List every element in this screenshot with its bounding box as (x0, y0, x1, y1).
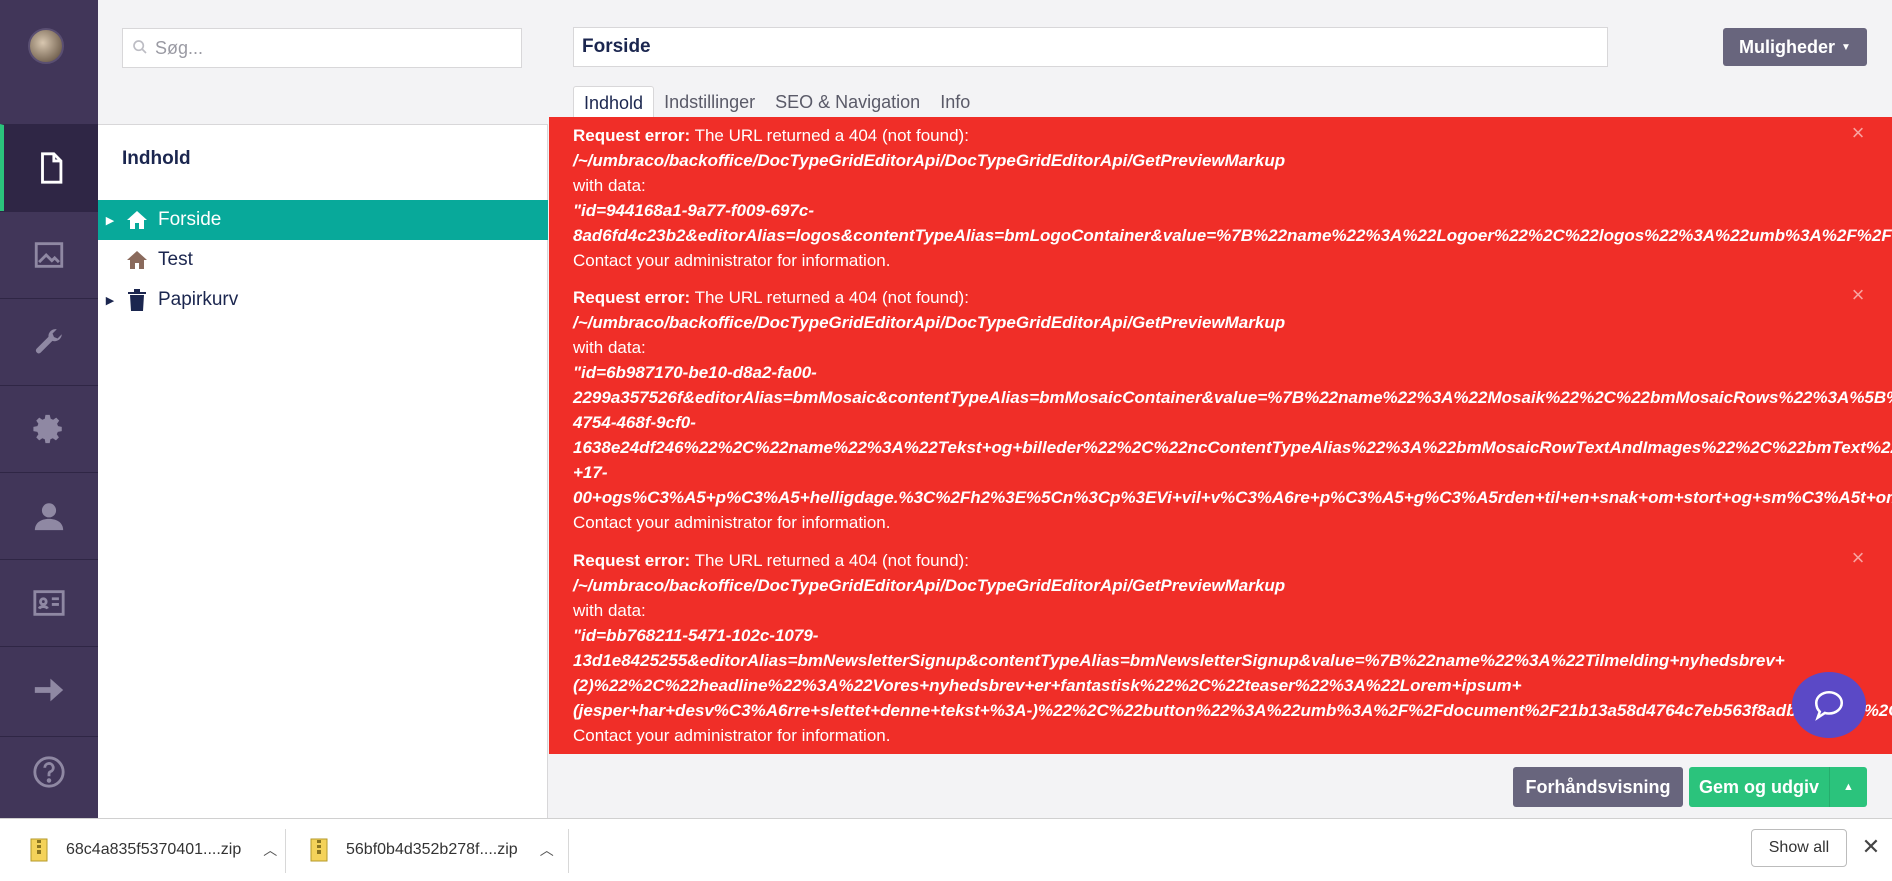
actions-label: Muligheder (1739, 36, 1836, 57)
section-members[interactable] (0, 559, 98, 646)
section-users[interactable] (0, 472, 98, 559)
download-filename: 56bf0b4d352b278f....zip (346, 841, 518, 858)
tree-node-label: Test (158, 249, 193, 270)
close-icon[interactable]: × (1848, 284, 1868, 306)
tree-search-area: Søg... (98, 0, 548, 125)
trash-icon (124, 287, 150, 313)
help-icon (33, 755, 65, 788)
caret-down-icon: ▼ (1841, 41, 1851, 53)
section-content[interactable] (0, 124, 98, 211)
tab-seo-navigation[interactable]: SEO & Navigation (765, 86, 930, 118)
zip-file-icon (30, 838, 48, 862)
app-root: Søg... Indhold ▶ Forside Test ▶ Papirkur… (0, 0, 1892, 881)
publish-label: Gem og udgiv (1698, 776, 1819, 797)
editor-tabs: Indhold Indstillinger SEO & Navigation I… (573, 86, 980, 118)
expand-caret-icon[interactable]: ▶ (100, 294, 120, 307)
error-notifications: Request error: The URL returned a 404 (n… (549, 117, 1892, 754)
help-button[interactable] (0, 736, 98, 806)
caret-up-icon[interactable]: ▲ (1829, 767, 1867, 807)
image-icon (34, 242, 64, 268)
tree-node-test[interactable]: Test (98, 240, 548, 280)
download-item[interactable]: 56bf0b4d352b278f....zip ︿ (310, 831, 554, 869)
avatar[interactable] (28, 28, 64, 64)
section-forms[interactable] (0, 646, 98, 733)
error-notification: Request error: The URL returned a 404 (n… (573, 551, 1892, 745)
chevron-up-icon[interactable]: ︿ (263, 840, 277, 860)
tree-title: Indhold (122, 148, 191, 169)
search-input[interactable]: Søg... (122, 28, 522, 68)
search-icon (133, 40, 147, 54)
download-item[interactable]: 68c4a835f5370401....zip ︿ (30, 831, 277, 869)
zip-file-icon (310, 838, 328, 862)
user-icon (34, 503, 64, 531)
preview-button[interactable]: Forhåndsvisning (1513, 767, 1683, 807)
id-card-icon (33, 590, 65, 616)
close-icon[interactable]: ✕ (1860, 836, 1882, 858)
document-icon (41, 152, 63, 184)
download-bar: 68c4a835f5370401....zip ︿ 56bf0b4d352b27… (0, 818, 1892, 881)
content-tree-panel: Søg... Indhold ▶ Forside Test ▶ Papirkur… (98, 0, 548, 818)
wrench-icon (35, 329, 62, 354)
tab-settings[interactable]: Indstillinger (654, 86, 765, 118)
arrow-right-icon (34, 678, 64, 702)
home-icon (124, 247, 150, 273)
tab-content[interactable]: Indhold (573, 86, 655, 118)
section-settings[interactable] (0, 298, 98, 385)
gear-icon (33, 414, 62, 444)
chat-bubble-icon (1814, 690, 1844, 721)
chat-button[interactable] (1792, 672, 1866, 738)
section-media[interactable] (0, 211, 98, 298)
editor-panel: Forside Muligheder ▼ Indhold Indstilling… (549, 0, 1892, 818)
tree-node-papirkurv[interactable]: ▶ Papirkurv (98, 280, 548, 320)
tab-info[interactable]: Info (930, 86, 980, 118)
expand-caret-icon[interactable]: ▶ (100, 214, 120, 227)
tree-node-forside[interactable]: ▶ Forside (98, 200, 548, 240)
tree-node-label: Forside (158, 209, 222, 230)
home-icon (124, 207, 150, 233)
error-notification: Request error: The URL returned a 404 (n… (573, 288, 1892, 532)
node-name-input[interactable]: Forside (573, 27, 1608, 67)
section-rail (0, 0, 98, 818)
section-developer[interactable] (0, 385, 98, 472)
download-filename: 68c4a835f5370401....zip (66, 841, 242, 858)
show-all-button[interactable]: Show all (1751, 829, 1847, 867)
save-and-publish-button[interactable]: Gem og udgiv ▲ (1689, 767, 1867, 807)
tree-node-label: Papirkurv (158, 289, 239, 310)
actions-dropdown-button[interactable]: Muligheder ▼ (1723, 28, 1867, 66)
chevron-up-icon[interactable]: ︿ (540, 840, 554, 860)
close-icon[interactable]: × (1848, 547, 1868, 569)
error-notification: Request error: The URL returned a 404 (n… (573, 126, 1892, 270)
close-icon[interactable]: × (1848, 122, 1868, 144)
